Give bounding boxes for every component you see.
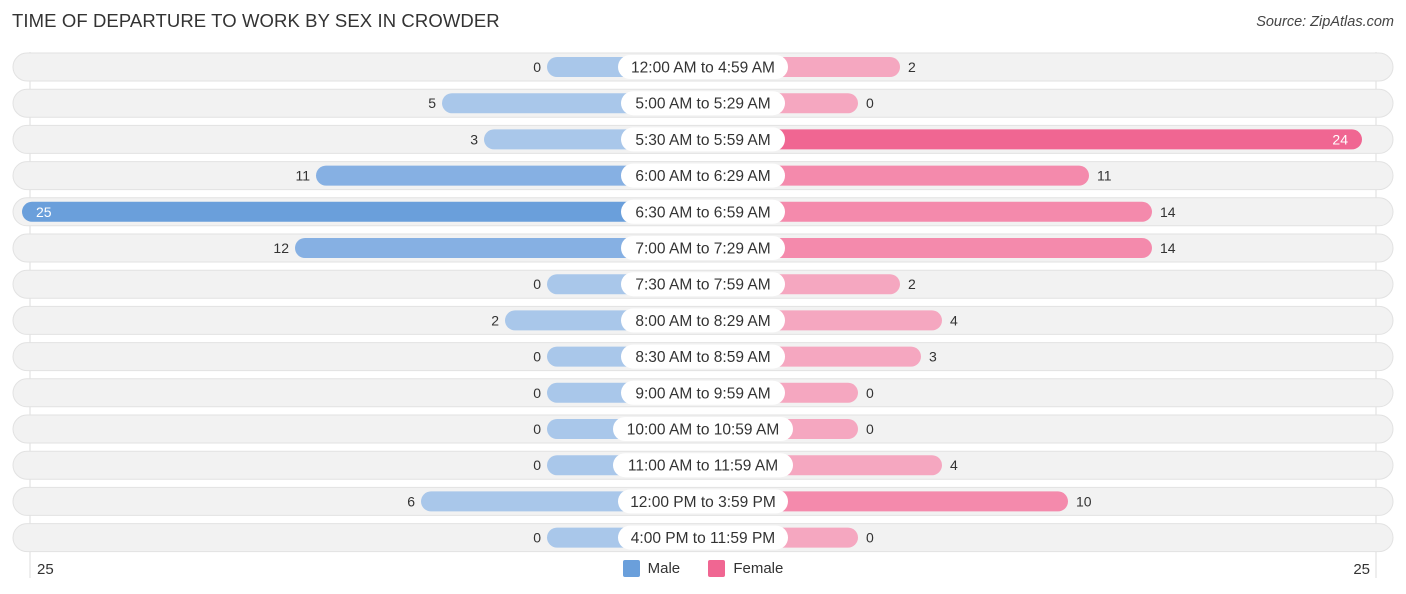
value-label-male: 0 — [533, 457, 541, 473]
category-label: 5:00 AM to 5:29 AM — [635, 96, 770, 113]
category-label: 5:30 AM to 5:59 AM — [635, 132, 770, 149]
value-label-male: 0 — [533, 59, 541, 75]
category-label: 10:00 AM to 10:59 AM — [627, 422, 780, 439]
legend-item-female: Female — [708, 560, 783, 577]
legend-label-male: Male — [647, 560, 681, 577]
value-label-female: 11 — [1097, 168, 1112, 184]
value-label-female: 3 — [929, 349, 937, 365]
category-label: 12:00 PM to 3:59 PM — [630, 494, 776, 511]
value-label-female: 10 — [1076, 493, 1092, 509]
value-label-male: 0 — [533, 349, 541, 365]
value-label-male: 0 — [533, 276, 541, 292]
category-label: 7:00 AM to 7:29 AM — [635, 241, 770, 258]
value-label-male: 0 — [533, 385, 541, 401]
category-label: 6:00 AM to 6:29 AM — [635, 168, 770, 185]
value-label-male: 0 — [533, 421, 541, 437]
legend-swatch-female — [708, 560, 726, 577]
value-label-female: 0 — [866, 385, 874, 401]
value-label-female: 14 — [1160, 204, 1176, 220]
value-label-male: 25 — [36, 204, 52, 220]
legend-label-female: Female — [733, 560, 784, 577]
category-label: 8:30 AM to 8:59 AM — [635, 349, 770, 366]
value-label-female: 4 — [950, 457, 958, 473]
value-label-female: 2 — [908, 59, 916, 75]
value-label-male: 11 — [295, 168, 310, 184]
legend-item-male: Male — [622, 560, 681, 577]
value-label-female: 0 — [866, 95, 874, 111]
value-label-female: 4 — [950, 312, 958, 328]
category-label: 6:30 AM to 6:59 AM — [635, 204, 770, 221]
category-label: 12:00 AM to 4:59 AM — [631, 60, 775, 77]
category-label: 7:30 AM to 7:59 AM — [635, 277, 770, 294]
value-label-male: 5 — [428, 95, 436, 111]
category-label: 11:00 AM to 11:59 AM — [628, 458, 778, 475]
value-label-male: 2 — [491, 312, 499, 328]
category-label: 9:00 AM to 9:59 AM — [635, 385, 770, 402]
category-label: 8:00 AM to 8:29 AM — [635, 313, 770, 330]
value-label-male: 0 — [533, 530, 541, 546]
legend: Male Female — [0, 560, 1406, 581]
value-label-female: 24 — [1332, 131, 1348, 147]
value-label-female: 2 — [908, 276, 916, 292]
chart-area: 12:00 AM to 4:59 AM 0 2 5:00 AM to 5:29 AM 5… — [12, 52, 1394, 578]
bar-female — [703, 129, 1362, 150]
value-label-male: 6 — [407, 493, 415, 509]
value-label-male: 12 — [273, 240, 289, 256]
category-label: 4:00 PM to 11:59 PM — [631, 530, 775, 547]
legend-swatch-male — [622, 560, 640, 577]
value-label-female: 14 — [1160, 240, 1176, 256]
value-label-male: 3 — [470, 131, 478, 147]
value-label-female: 0 — [866, 421, 874, 437]
value-label-female: 0 — [866, 530, 874, 546]
bar-male — [22, 201, 703, 222]
